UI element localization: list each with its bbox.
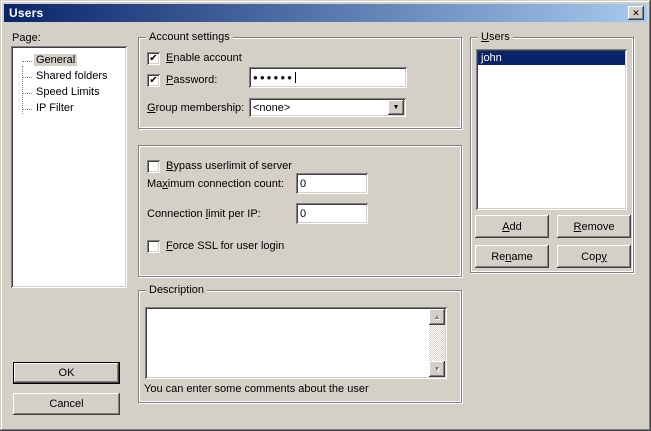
ok-button-label: OK xyxy=(59,367,75,379)
page-tree[interactable]: General Shared folders Speed Limits IP F… xyxy=(11,46,127,288)
enable-account-label: Enable account xyxy=(166,52,242,64)
password-input[interactable]: ●●●●●● xyxy=(249,67,407,88)
users-list-rows: john xyxy=(478,51,625,208)
ip-limit-value: 0 xyxy=(300,208,306,220)
description-textarea[interactable]: ▲ ▼ xyxy=(145,307,447,379)
tree-item-label: Speed Limits xyxy=(34,86,102,98)
page-label: Page: xyxy=(12,32,41,44)
tree-item-label: IP Filter xyxy=(34,102,76,114)
password-row: ✔ Password: xyxy=(147,73,217,87)
close-button[interactable]: ✕ xyxy=(628,6,644,20)
scroll-down-button[interactable]: ▼ xyxy=(429,361,445,377)
chevron-down-icon: ▼ xyxy=(393,104,400,111)
copy-user-button[interactable]: Copy xyxy=(557,245,631,268)
group-membership-label: Group membership: xyxy=(147,102,244,114)
users-dialog: Users ✕ Page: General Shared folders Spe… xyxy=(0,0,651,431)
description-scrollbar[interactable]: ▲ ▼ xyxy=(429,309,445,377)
user-list-item-label: john xyxy=(481,52,502,64)
tree-item-label: Shared folders xyxy=(34,70,110,82)
users-group-title: Users xyxy=(478,31,513,43)
scroll-down-icon: ▼ xyxy=(434,366,441,373)
cancel-button-label: Cancel xyxy=(49,398,83,410)
rename-user-button[interactable]: Rename xyxy=(475,245,549,268)
password-value: ●●●●●● xyxy=(253,73,294,82)
users-group: Users john Add Remove Rename Copy xyxy=(470,37,634,273)
description-group: Description ▲ ▼ You can enter some comme… xyxy=(138,290,462,403)
max-connections-label: Maximum connection count: xyxy=(147,178,284,190)
window-title: Users xyxy=(9,6,43,20)
tree-item[interactable]: Shared folders xyxy=(13,69,125,85)
max-connections-input[interactable]: 0 xyxy=(296,173,368,194)
force-ssl-row: Force SSL for user login xyxy=(147,239,284,253)
bypass-userlimit-row: Bypass userlimit of server xyxy=(147,159,292,173)
ip-limit-input[interactable]: 0 xyxy=(296,203,368,224)
connection-limits-group: Bypass userlimit of server Maximum conne… xyxy=(138,145,462,277)
group-membership-value: <none> xyxy=(253,102,290,114)
cancel-button[interactable]: Cancel xyxy=(13,393,120,415)
force-ssl-label: Force SSL for user login xyxy=(166,240,284,252)
add-user-button[interactable]: Add xyxy=(475,215,549,238)
force-ssl-checkbox[interactable] xyxy=(147,240,160,253)
title-bar[interactable]: Users ✕ xyxy=(4,4,647,22)
close-icon: ✕ xyxy=(632,9,640,18)
description-hint: You can enter some comments about the us… xyxy=(144,383,369,395)
group-membership-combo[interactable]: <none> ▼ xyxy=(249,98,406,117)
tree-item[interactable]: General xyxy=(13,53,125,69)
bypass-userlimit-label: Bypass userlimit of server xyxy=(166,160,292,172)
tree-item[interactable]: IP Filter xyxy=(13,101,125,117)
remove-user-button-label: Remove xyxy=(574,221,615,233)
combo-dropdown-button[interactable]: ▼ xyxy=(388,100,404,115)
password-checkbox[interactable]: ✔ xyxy=(147,74,160,87)
ip-limit-label: Connection limit per IP: xyxy=(147,208,261,220)
add-user-button-label: Add xyxy=(502,221,522,233)
scroll-up-icon: ▲ xyxy=(434,314,441,321)
remove-user-button[interactable]: Remove xyxy=(557,215,631,238)
copy-user-button-label: Copy xyxy=(581,251,607,263)
ok-button[interactable]: OK xyxy=(13,362,120,384)
enable-account-checkbox[interactable]: ✔ xyxy=(147,52,160,65)
text-caret xyxy=(295,72,296,83)
description-title: Description xyxy=(146,284,207,296)
password-label: Password: xyxy=(166,74,217,86)
account-settings-title: Account settings xyxy=(146,31,233,43)
page-tree-rows: General Shared folders Speed Limits IP F… xyxy=(13,48,125,286)
max-connections-value: 0 xyxy=(300,178,306,190)
tree-item[interactable]: Speed Limits xyxy=(13,85,125,101)
account-settings-group: Account settings ✔ Enable account ✔ Pass… xyxy=(138,37,462,129)
scroll-up-button[interactable]: ▲ xyxy=(429,309,445,325)
user-list-item[interactable]: john xyxy=(478,51,625,65)
rename-user-button-label: Rename xyxy=(491,251,533,263)
users-listbox[interactable]: john xyxy=(476,49,627,210)
enable-account-row: ✔ Enable account xyxy=(147,51,242,65)
tree-item-label: General xyxy=(34,54,77,66)
bypass-userlimit-checkbox[interactable] xyxy=(147,160,160,173)
